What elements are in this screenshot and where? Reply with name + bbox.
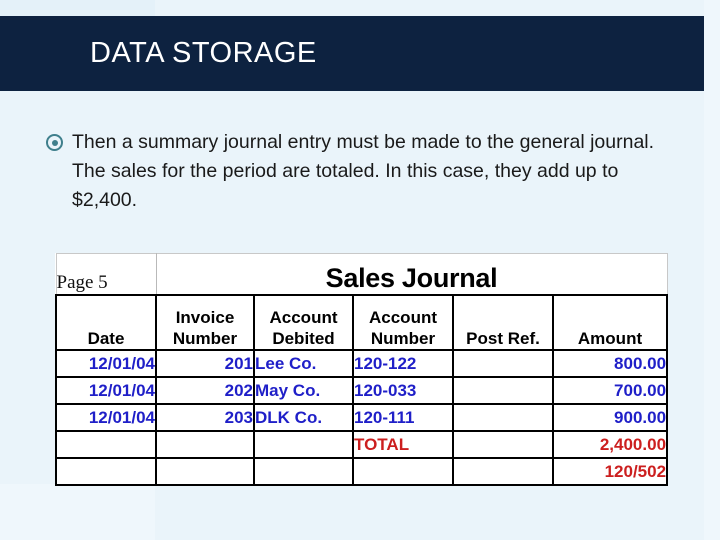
journal-title-row: Page 5 Sales Journal	[55, 253, 668, 296]
background-band-right	[704, 0, 720, 540]
sales-journal-table: Page 5 Sales Journal Date Invoice Number…	[55, 253, 669, 486]
table-row: 12/01/04 201 Lee Co. 120-122 800.00	[55, 349, 669, 378]
cell-posting-reference: 120/502	[551, 457, 669, 486]
cell-post-ref	[452, 403, 554, 432]
cell-invoice	[155, 457, 255, 486]
sales-journal-figure: Page 5 Sales Journal Date Invoice Number…	[55, 253, 669, 486]
cell-amount: 900.00	[551, 403, 669, 432]
journal-total-row: TOTAL 2,400.00	[55, 430, 669, 459]
column-header-invoice-number: Invoice Number	[155, 294, 255, 351]
cell-date	[55, 457, 157, 486]
cell-amount: 700.00	[551, 376, 669, 405]
cell-total-label: TOTAL	[352, 430, 454, 459]
column-header-date: Date	[55, 294, 157, 351]
cell-invoice: 202	[155, 376, 255, 405]
cell-amount: 800.00	[551, 349, 669, 378]
journal-header-row: Date Invoice Number Account Debited Acco…	[55, 294, 669, 351]
bullet-paragraph: Then a summary journal entry must be mad…	[46, 128, 661, 215]
column-header-post-ref: Post Ref.	[452, 294, 554, 351]
column-header-account-number: Account Number	[352, 294, 454, 351]
cell-date: 12/01/04	[55, 349, 157, 378]
background-band-bottom	[0, 484, 155, 540]
cell-account-number: 120-033	[352, 376, 454, 405]
cell-account-number: 120-111	[352, 403, 454, 432]
cell-post-ref	[452, 457, 554, 486]
cell-total-amount: 2,400.00	[551, 430, 669, 459]
cell-date: 12/01/04	[55, 403, 157, 432]
cell-post-ref	[452, 376, 554, 405]
cell-post-ref	[452, 430, 554, 459]
slide-title-banner: DATA STORAGE	[0, 16, 704, 91]
journal-page-label: Page 5	[55, 253, 157, 296]
journal-posting-row: 120/502	[55, 457, 669, 486]
column-header-account-debited: Account Debited	[253, 294, 354, 351]
cell-invoice: 201	[155, 349, 255, 378]
table-row: 12/01/04 202 May Co. 120-033 700.00	[55, 376, 669, 405]
cell-account-debited: May Co.	[253, 376, 354, 405]
table-row: 12/01/04 203 DLK Co. 120-111 900.00	[55, 403, 669, 432]
cell-account-debited	[253, 430, 354, 459]
cell-account-number	[352, 457, 454, 486]
cell-account-debited: DLK Co.	[253, 403, 354, 432]
circled-dot-bullet-icon	[46, 134, 63, 151]
cell-date: 12/01/04	[55, 376, 157, 405]
journal-title: Sales Journal	[156, 253, 668, 296]
cell-invoice	[155, 430, 255, 459]
cell-account-debited: Lee Co.	[253, 349, 354, 378]
cell-date	[55, 430, 157, 459]
bullet-text: Then a summary journal entry must be mad…	[72, 131, 655, 211]
cell-post-ref	[452, 349, 554, 378]
page-title: DATA STORAGE	[90, 37, 317, 69]
cell-account-number: 120-122	[352, 349, 454, 378]
cell-account-debited	[253, 457, 354, 486]
cell-invoice: 203	[155, 403, 255, 432]
column-header-amount: Amount	[551, 294, 669, 351]
background-band-top	[0, 0, 155, 16]
